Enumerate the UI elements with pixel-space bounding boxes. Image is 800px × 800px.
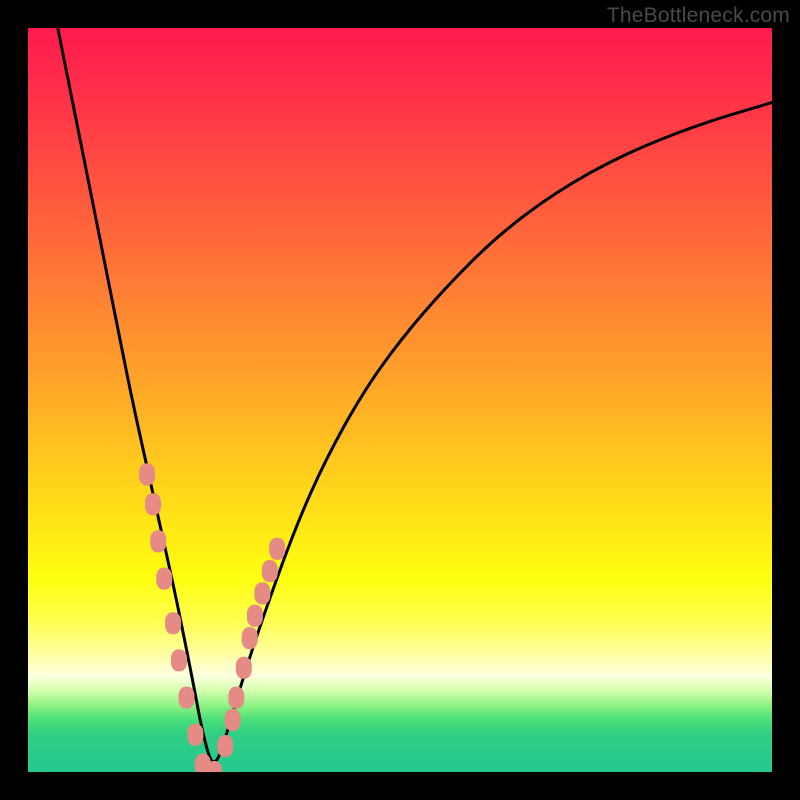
highlight-dot xyxy=(179,687,195,709)
highlight-dot xyxy=(171,649,187,671)
highlight-dot xyxy=(225,709,241,731)
highlight-dot xyxy=(269,538,285,560)
highlight-dot xyxy=(242,627,258,649)
highlight-dot xyxy=(236,657,252,679)
curve-layer xyxy=(28,28,772,772)
highlight-dot xyxy=(262,560,278,582)
highlight-dot xyxy=(156,568,172,590)
highlight-dot xyxy=(228,687,244,709)
highlight-dot xyxy=(139,463,155,485)
highlight-dot xyxy=(150,530,166,552)
plot-area xyxy=(28,28,772,772)
chart-frame: TheBottleneck.com xyxy=(0,0,800,800)
highlight-dot xyxy=(254,582,270,604)
highlight-dot xyxy=(165,612,181,634)
highlight-dot xyxy=(187,724,203,746)
highlight-dot xyxy=(247,605,263,627)
highlight-dot xyxy=(217,735,233,757)
highlight-dot xyxy=(145,493,161,515)
bottleneck-curve xyxy=(58,28,772,762)
watermark-text: TheBottleneck.com xyxy=(607,4,790,28)
